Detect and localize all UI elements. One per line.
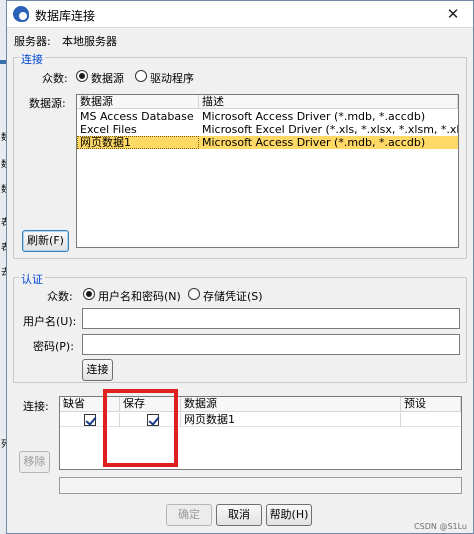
username-input[interactable] [82, 308, 460, 329]
app-icon [13, 6, 29, 22]
server-value: 本地服务器 [62, 35, 117, 48]
table-row[interactable]: 网页数据1 [60, 413, 461, 427]
help-button[interactable]: 帮助(H) [266, 504, 312, 526]
connections-label: 连接: [23, 400, 49, 413]
list-item[interactable]: Excel Files [77, 123, 199, 136]
connect-button[interactable]: 连接 [82, 359, 113, 381]
password-input[interactable] [82, 334, 460, 355]
radio-datasource[interactable] [76, 70, 88, 82]
cell-divider [119, 413, 120, 427]
auth-group-legend: 认证 [19, 271, 45, 287]
list-item[interactable]: Microsoft Access Driver (*.mdb, *.accdb) [199, 110, 458, 123]
radio-stored-credentials[interactable] [188, 288, 200, 300]
radio-username-password-label[interactable]: 用户名和密码(N) [98, 288, 181, 304]
cancel-button[interactable]: 取消 [216, 504, 262, 526]
close-icon[interactable]: ✕ [433, 1, 473, 27]
status-field [59, 477, 462, 494]
column-header-datasource[interactable]: 数据源 [181, 397, 401, 412]
refresh-button[interactable]: 刷新(F) [22, 230, 69, 252]
radio-username-password[interactable] [83, 288, 95, 300]
column-header-preset[interactable]: 预设 [401, 397, 461, 412]
watermark: CSDN @S1Lu [414, 522, 467, 531]
connection-mode-label: 众数: [42, 72, 68, 85]
list-item-selected[interactable]: Microsoft Access Driver (*.mdb, *.accdb) [199, 136, 458, 149]
column-header-save[interactable]: 保存 [120, 397, 181, 412]
list-item[interactable]: Microsoft Excel Driver (*.xls, *.xlsx, *… [199, 123, 458, 136]
column-header-datasource[interactable]: 数据源 [77, 95, 199, 109]
list-item[interactable]: MS Access Database [77, 110, 199, 123]
radio-driver-label[interactable]: 驱动程序 [150, 70, 194, 86]
server-label: 服务器: [14, 35, 51, 48]
connections-table[interactable]: 缺省 保存 数据源 预设 网页数据1 [59, 396, 462, 470]
radio-datasource-label[interactable]: 数据源 [91, 70, 124, 86]
list-item-selected[interactable]: 网页数据1 [77, 136, 199, 149]
remove-button[interactable]: 移除 [19, 451, 50, 473]
database-connection-dialog: 数据库连接 ✕ 服务器: 本地服务器 连接 众数: 数据源 驱动程序 数据源: … [6, 0, 474, 534]
title-bar[interactable]: 数据库连接 ✕ [7, 1, 473, 28]
auth-mode-label: 众数: [47, 290, 73, 303]
radio-driver[interactable] [135, 70, 147, 82]
password-label: 密码(P): [33, 340, 74, 353]
column-header-description[interactable]: 描述 [199, 95, 458, 109]
default-checkbox[interactable] [84, 414, 96, 426]
save-checkbox[interactable] [147, 414, 159, 426]
datasource-list[interactable]: 数据源 描述 MS Access Database Microsoft Acce… [76, 94, 459, 248]
datasource-label: 数据源: [29, 97, 66, 110]
connection-datasource-cell[interactable]: 网页数据1 [181, 413, 401, 426]
connection-preset-cell[interactable] [401, 413, 461, 426]
window-title: 数据库连接 [35, 9, 96, 23]
radio-stored-credentials-label[interactable]: 存储凭证(S) [203, 288, 263, 304]
connection-group-legend: 连接 [19, 51, 45, 67]
ok-button[interactable]: 确定 [166, 504, 212, 526]
username-label: 用户名(U): [23, 315, 77, 328]
column-header-default[interactable]: 缺省 [60, 397, 120, 412]
